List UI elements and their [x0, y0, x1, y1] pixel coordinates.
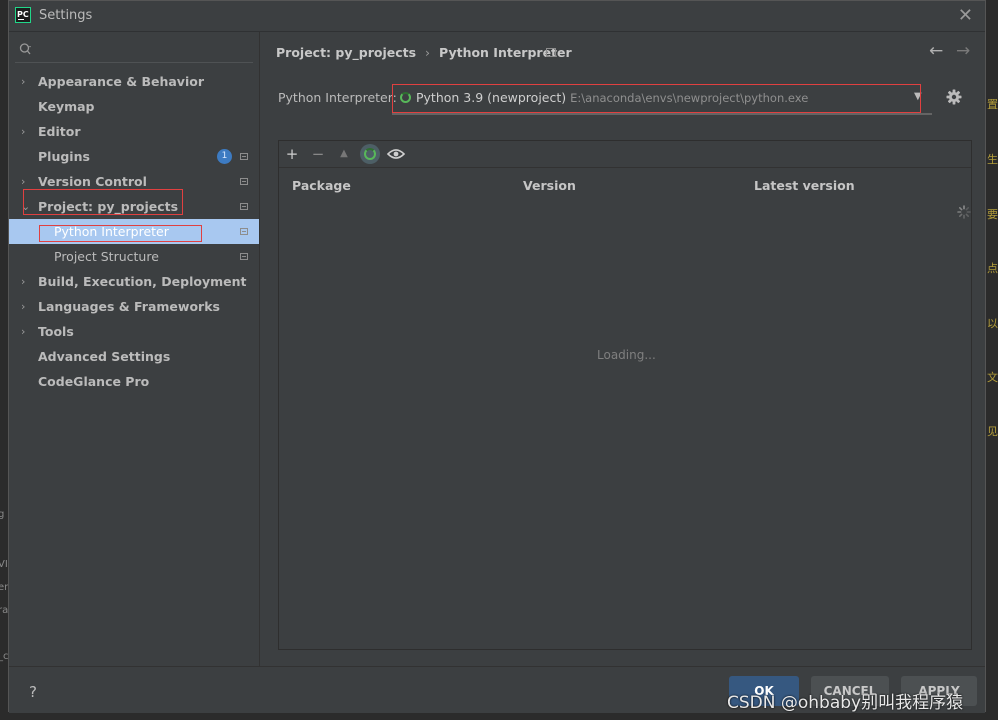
- sidebar-item-label: Project: py_projects: [38, 199, 179, 214]
- gear-icon[interactable]: [945, 88, 963, 106]
- sidebar-item-label: Python Interpreter: [54, 224, 169, 239]
- background-editor-strip: 置生要 点以文 见: [985, 30, 998, 720]
- sidebar-item-label: Build, Execution, Deployment: [38, 274, 247, 289]
- window-title: Settings: [39, 8, 93, 23]
- search-input[interactable]: [39, 40, 253, 62]
- loading-spinner-icon: [400, 92, 411, 103]
- sidebar-item-label: Tools: [38, 324, 74, 339]
- column-header-latest-version[interactable]: Latest version: [754, 178, 855, 193]
- search-box: [15, 40, 253, 63]
- settings-dialog: PC Settings ✕ › Appearance & Behavior Ke…: [8, 0, 986, 713]
- chevron-right-icon[interactable]: ›: [21, 319, 31, 344]
- title-bar: PC Settings ✕: [9, 1, 985, 32]
- sidebar-item-label: Languages & Frameworks: [38, 299, 220, 314]
- loading-text: Loading...: [597, 348, 656, 362]
- sidebar-item-languages-frameworks[interactable]: › Languages & Frameworks: [9, 294, 259, 319]
- interpreter-label: Python Interpreter:: [278, 90, 397, 105]
- sidebar-item-codeglance-pro[interactable]: CodeGlance Pro: [9, 369, 259, 394]
- project-scope-icon: [546, 48, 556, 57]
- close-icon[interactable]: ✕: [958, 5, 973, 26]
- package-table-panel: + − ▲ Package Version Latest version Loa…: [278, 140, 972, 650]
- sidebar-item-label: Plugins: [38, 149, 90, 164]
- help-button[interactable]: ?: [29, 683, 37, 701]
- chevron-right-icon[interactable]: ›: [21, 269, 31, 294]
- chevron-right-icon[interactable]: ›: [21, 169, 31, 194]
- sidebar-item-label: Appearance & Behavior: [38, 74, 204, 89]
- settings-sidebar: › Appearance & Behavior Keymap › Editor …: [9, 32, 260, 666]
- project-scope-icon: [240, 178, 248, 185]
- update-count-badge: 1: [217, 149, 232, 164]
- sidebar-item-label: Version Control: [38, 174, 147, 189]
- remove-package-button[interactable]: −: [308, 144, 328, 164]
- eye-icon[interactable]: [386, 145, 406, 163]
- chevron-right-icon[interactable]: ›: [21, 69, 31, 94]
- forward-arrow-icon[interactable]: →: [956, 41, 970, 61]
- interpreter-dropdown[interactable]: Python 3.9 (newproject) E:\anaconda\envs\…: [392, 85, 932, 115]
- refresh-icon[interactable]: [360, 144, 380, 164]
- sidebar-item-label: Keymap: [38, 99, 95, 114]
- chevron-right-icon[interactable]: ›: [21, 294, 31, 319]
- dropdown-arrow-icon[interactable]: ▼: [914, 91, 922, 102]
- sidebar-item-tools[interactable]: › Tools: [9, 319, 259, 344]
- breadcrumb-separator: ›: [425, 45, 431, 60]
- watermark: CSDN @ohbaby别叫我程序猿: [727, 693, 964, 713]
- sidebar-item-label: Editor: [38, 124, 81, 139]
- search-icon[interactable]: [19, 42, 33, 58]
- pycharm-logo-icon: PC: [15, 7, 31, 23]
- package-toolbar: + − ▲: [279, 141, 971, 168]
- sidebar-item-appearance-behavior[interactable]: › Appearance & Behavior: [9, 69, 259, 94]
- upgrade-package-button[interactable]: ▲: [334, 144, 354, 164]
- interpreter-path: E:\anaconda\envs\newproject\python.exe: [570, 91, 809, 105]
- sidebar-item-build-execution-deployment[interactable]: › Build, Execution, Deployment: [9, 269, 259, 294]
- sidebar-item-plugins[interactable]: Plugins 1: [9, 144, 259, 169]
- column-header-package[interactable]: Package: [292, 178, 351, 193]
- sidebar-item-keymap[interactable]: Keymap: [9, 94, 259, 119]
- sidebar-item-version-control[interactable]: › Version Control: [9, 169, 259, 194]
- interpreter-name: Python 3.9 (newproject): [416, 90, 567, 105]
- sidebar-item-advanced-settings[interactable]: Advanced Settings: [9, 344, 259, 369]
- interpreter-value: Python 3.9 (newproject) E:\anaconda\envs\…: [416, 90, 808, 105]
- column-header-version[interactable]: Version: [523, 178, 576, 193]
- busy-spinner-icon: [957, 205, 971, 219]
- sidebar-item-editor[interactable]: › Editor: [9, 119, 259, 144]
- project-scope-icon: [240, 253, 248, 260]
- sidebar-item-project-structure[interactable]: Project Structure: [9, 244, 259, 269]
- chevron-down-icon[interactable]: ⌄: [21, 194, 31, 219]
- breadcrumb-parent[interactable]: Project: py_projects: [276, 45, 416, 60]
- project-scope-icon: [240, 153, 248, 160]
- chevron-right-icon[interactable]: ›: [21, 119, 31, 144]
- sidebar-item-label: CodeGlance Pro: [38, 374, 150, 389]
- breadcrumb: Project: py_projects › Python Interpreter: [276, 45, 572, 60]
- back-arrow-icon[interactable]: ←: [929, 41, 943, 61]
- sidebar-item-label: Project Structure: [54, 249, 159, 264]
- add-package-button[interactable]: +: [282, 144, 302, 164]
- sidebar-item-project[interactable]: ⌄ Project: py_projects: [9, 194, 259, 219]
- project-scope-icon: [240, 203, 248, 210]
- project-scope-icon: [240, 228, 248, 235]
- sidebar-item-python-interpreter[interactable]: Python Interpreter: [9, 219, 259, 244]
- sidebar-item-label: Advanced Settings: [38, 349, 171, 364]
